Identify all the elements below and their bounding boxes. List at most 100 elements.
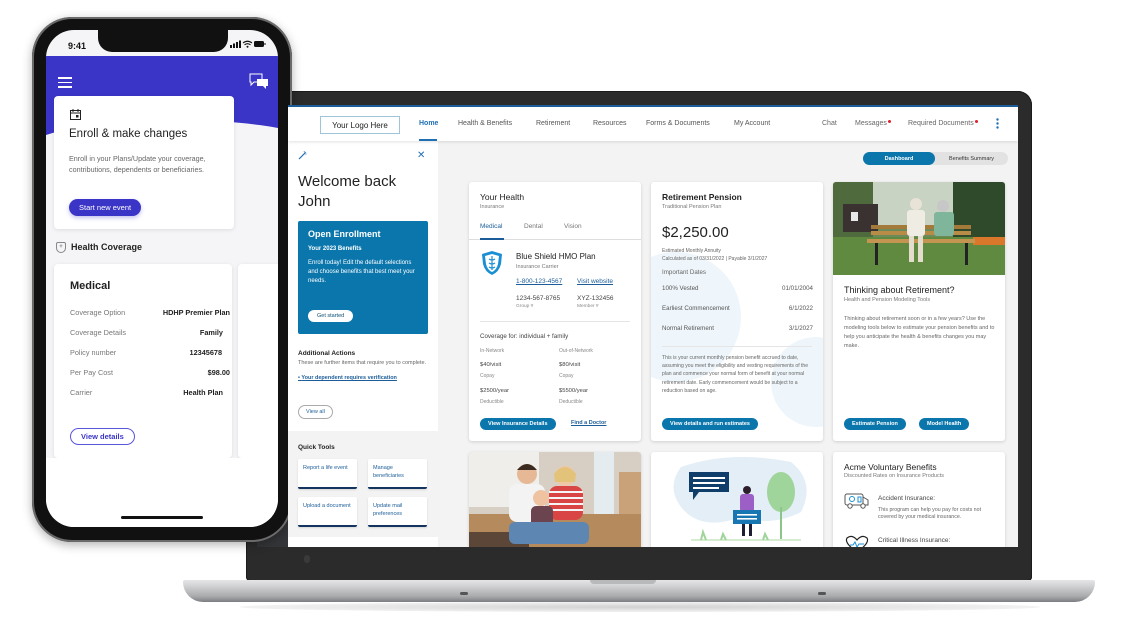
blue-shield-logo-icon xyxy=(481,250,503,276)
retirement-description: Thinking about retirement soon or in a f… xyxy=(844,316,995,349)
card-title: Thinking about Retirement? xyxy=(844,285,955,295)
home-indicator[interactable] xyxy=(121,516,203,519)
tab-dental[interactable]: Dental xyxy=(524,223,543,230)
nav-chat[interactable]: Chat xyxy=(822,120,837,127)
find-a-doctor-link[interactable]: Find a Doctor xyxy=(571,420,606,426)
hamburger-menu-icon[interactable] xyxy=(58,77,72,91)
nav-health-benefits[interactable]: Health & Benefits xyxy=(458,120,512,127)
coverage-for: Coverage for: individual + family xyxy=(480,333,569,340)
enrollment-title: Open Enrollment xyxy=(308,229,381,239)
pension-disclaimer: This is your current monthly pension ben… xyxy=(662,355,809,394)
accident-insurance-text: This program can help you pay for costs … xyxy=(878,507,982,520)
nav-resources[interactable]: Resources xyxy=(593,120,626,127)
coverage-row: Coverage Option HDHP Premier Plan xyxy=(70,308,230,317)
card-subtitle: Discounted Rates on Insurance Products xyxy=(844,473,944,479)
out-network-label: Out-of-Network xyxy=(559,348,593,354)
additional-actions: Additional Actions These are further ite… xyxy=(298,350,430,381)
welcome-panel: ✕ Welcome back John Open Enrollment Your… xyxy=(288,141,438,547)
divider xyxy=(480,321,630,322)
row-value: Health Plan xyxy=(183,388,223,397)
dependent-verification-link[interactable]: • Your dependent requires verification xyxy=(298,375,397,381)
shield-icon: + xyxy=(56,242,66,254)
row-label: Carrier xyxy=(70,388,93,397)
health-coverage-heading: + Health Coverage xyxy=(56,242,142,254)
enroll-description: Enroll in your Plans/Update your coverag… xyxy=(69,154,206,174)
nav-forms-documents[interactable]: Forms & Documents xyxy=(646,120,710,127)
carrier-phone-link[interactable]: 1-800-123-4567 xyxy=(516,278,562,285)
unread-dot xyxy=(887,120,891,123)
date-value: 6/1/2022 xyxy=(788,305,813,312)
communication-illustration-card xyxy=(651,452,823,547)
laptop-camera xyxy=(304,555,310,563)
row-label: Policy number xyxy=(70,348,117,357)
quick-tool-manage-beneficiaries[interactable]: Manage beneficiaries xyxy=(368,459,427,489)
magic-wand-icon[interactable] xyxy=(298,150,307,162)
more-menu-icon[interactable] xyxy=(996,118,999,129)
date-label: Earliest Commencement xyxy=(662,305,730,312)
voluntary-benefits-card: Acme Voluntary Benefits Discounted Rates… xyxy=(833,452,1005,547)
dependent-verification-label: Your dependent requires verification xyxy=(301,375,397,381)
card-title: Your Health xyxy=(480,192,525,202)
status-time: 9:41 xyxy=(68,41,87,51)
tab-medical[interactable]: Medical xyxy=(480,223,502,230)
row-value: 12345678 xyxy=(189,348,222,357)
coverage-row: Per Pay Cost $98.00 xyxy=(70,368,230,377)
active-nav-indicator xyxy=(419,139,437,141)
nav-required-documents[interactable]: Required Documents xyxy=(908,120,978,127)
laptop-foot xyxy=(460,592,468,595)
calculation-note: Calculated as of 03/31/2022 | Payable 3/… xyxy=(662,256,768,262)
get-started-button[interactable]: Get started xyxy=(308,310,354,322)
device-mockup: 37 ? Your Logo Here Home xyxy=(0,0,1130,637)
nav-home[interactable]: Home xyxy=(419,120,438,127)
deductible-label: Deductible xyxy=(559,399,583,405)
quick-tool-report-life-event[interactable]: Report a life event xyxy=(298,459,357,489)
tab-vision[interactable]: Vision xyxy=(564,223,582,230)
open-enrollment-card: Open Enrollment Your 2023 Benefits Enrol… xyxy=(298,221,428,334)
date-value: 3/1/2027 xyxy=(788,325,813,332)
quick-tool-upload-document[interactable]: Upload a document xyxy=(298,497,357,527)
estimate-pension-button[interactable]: Estimate Pension xyxy=(844,418,906,430)
member-number-label: Member # xyxy=(577,304,599,309)
view-toggle: Dashboard Benefits Summary xyxy=(863,152,1008,165)
quick-tools: Quick Tools Report a life event Manage b… xyxy=(288,431,438,537)
retirement-pension-card: Retirement Pension Traditional Pension P… xyxy=(651,182,823,441)
toggle-dashboard[interactable]: Dashboard xyxy=(863,152,935,165)
unread-dot xyxy=(974,120,978,123)
model-health-button[interactable]: Model Health xyxy=(919,418,970,430)
heart-icon xyxy=(844,535,870,547)
coverage-row: Carrier Health Plan xyxy=(70,388,223,397)
close-icon[interactable]: ✕ xyxy=(417,150,425,161)
quick-tool-update-mail-preferences[interactable]: Update mail preferences xyxy=(368,497,427,527)
date-row: Normal Retirement 3/1/2027 xyxy=(662,325,813,332)
signal-wifi-battery-icon xyxy=(230,40,266,48)
nav-retirement[interactable]: Retirement xyxy=(536,120,570,127)
thinking-retirement-card: Thinking about Retirement? Health and Pe… xyxy=(833,182,1005,441)
toggle-benefits-summary[interactable]: Benefits Summary xyxy=(935,152,1008,165)
nav-messages-label: Messages xyxy=(855,120,887,127)
group-number: 1234-567-8765 xyxy=(516,295,561,302)
communication-illustration xyxy=(673,457,807,541)
card-title: Retirement Pension xyxy=(662,192,742,202)
copay-label: Copay xyxy=(480,373,495,379)
start-new-event-button[interactable]: Start new event xyxy=(69,199,142,216)
family-photo xyxy=(469,452,641,547)
view-details-run-estimates-button[interactable]: View details and run estimates xyxy=(662,418,758,430)
nav-my-account[interactable]: My Account xyxy=(734,120,770,127)
coverage-row: Policy number 12345678 xyxy=(70,348,222,357)
view-insurance-details-button[interactable]: View Insurance Details xyxy=(480,418,556,430)
plan-name: Blue Shield HMO Plan xyxy=(516,252,596,261)
visit-website-link[interactable]: Visit website xyxy=(577,278,613,285)
chat-icon[interactable] xyxy=(249,73,269,93)
medical-title: Medical xyxy=(70,280,111,292)
view-all-button[interactable]: View all xyxy=(298,405,333,419)
view-details-button[interactable]: View details xyxy=(70,428,135,445)
logo-placeholder[interactable]: Your Logo Here xyxy=(320,116,400,134)
laptop-screen: 37 ? Your Logo Here Home xyxy=(257,105,1018,547)
quick-tools-title: Quick Tools xyxy=(298,444,335,451)
in-network-label: In-Network xyxy=(480,348,505,354)
nav-messages[interactable]: Messages xyxy=(855,120,891,127)
ambulance-icon xyxy=(844,492,870,515)
enrollment-text: Enroll today! Edit the default selection… xyxy=(308,260,415,284)
laptop-base-notch xyxy=(590,580,656,584)
welcome-greeting: Welcome back xyxy=(298,173,397,190)
